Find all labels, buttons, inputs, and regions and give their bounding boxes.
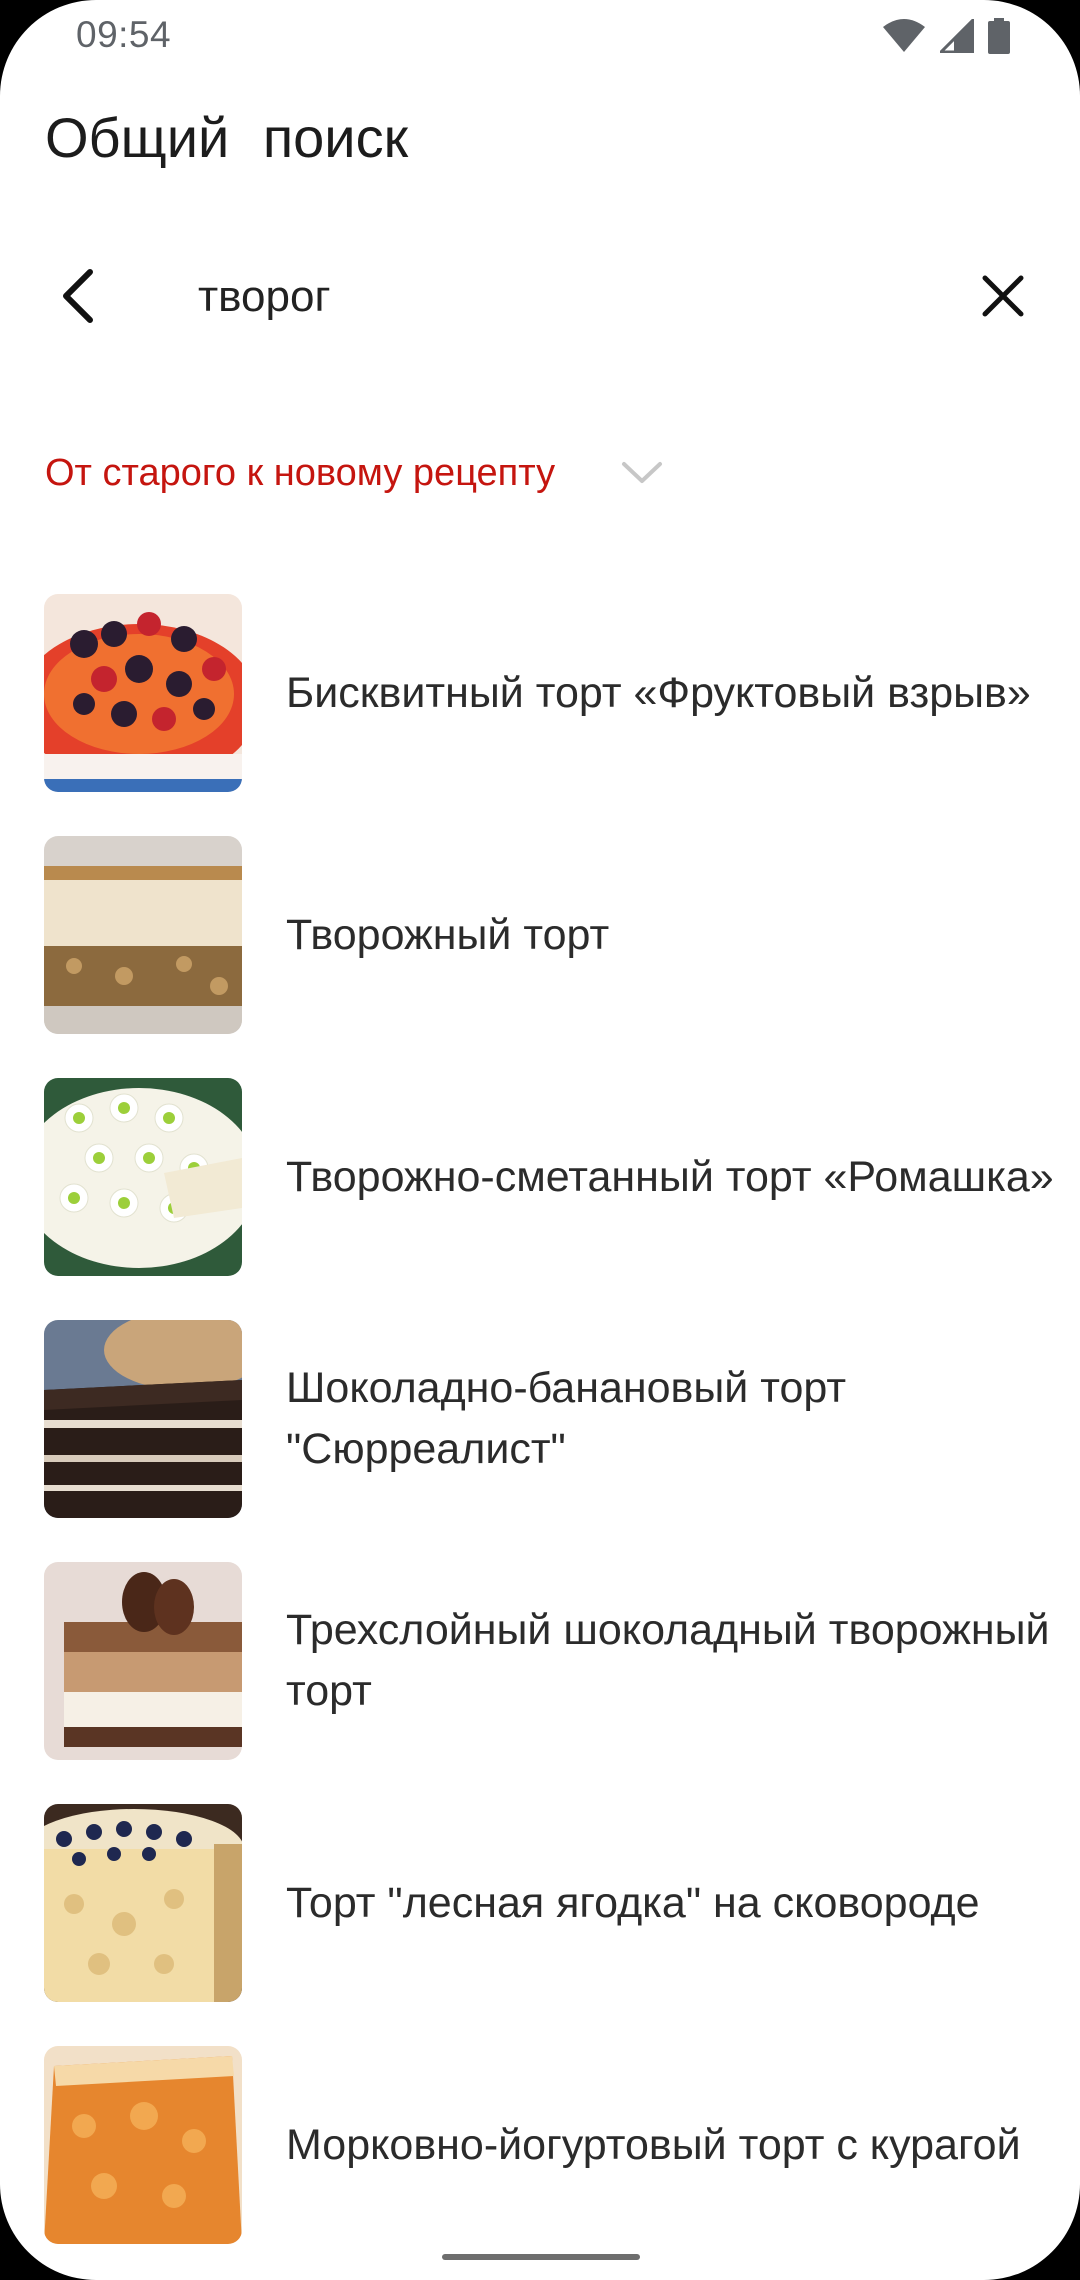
status-icons xyxy=(882,16,1010,56)
status-time: 09:54 xyxy=(76,14,172,55)
recipe-item[interactable]: Трехслойный шоколадный творожный торт xyxy=(0,1560,1080,1802)
recipe-title: Трехслойный шоколадный творожный торт xyxy=(286,1606,1050,1715)
recipe-list: Бисквитный торт «Фруктовый взрыв» Творож… xyxy=(0,592,1080,2280)
status-bar: 09:54 xyxy=(0,0,1080,70)
recipe-image-three-layer-cake xyxy=(44,1562,242,1760)
chevron-down-icon xyxy=(621,460,663,486)
home-indicator[interactable] xyxy=(442,2254,640,2260)
recipe-title: Творожный торт xyxy=(286,910,610,959)
recipe-image-berry-pan-cake xyxy=(44,1804,242,2002)
recipe-title: Творожно-сметанный торт «Ромашка» xyxy=(286,1152,1054,1201)
arrow-back-icon xyxy=(62,268,93,323)
recipe-item[interactable]: Морковно-йогуртовый торт с курагой xyxy=(0,2044,1080,2280)
close-icon xyxy=(982,275,1023,316)
recipe-item[interactable]: Творожный торт xyxy=(0,834,1080,1076)
recipe-title: Морковно-йогуртовый торт с курагой xyxy=(286,2120,1021,2169)
recipe-title: Торт "лесная ягодка" на сковороде xyxy=(286,1878,980,1927)
sort-dropdown[interactable]: От старого к новому рецепту xyxy=(45,438,663,508)
search-input[interactable] xyxy=(198,262,958,332)
battery-icon xyxy=(988,18,1010,54)
recipe-image-carrot-cake xyxy=(44,2046,242,2244)
recipe-title: Бисквитный торт «Фруктовый взрыв» xyxy=(286,668,1031,717)
sort-label: От старого к новому рецепту xyxy=(45,451,556,494)
back-button[interactable] xyxy=(40,258,115,333)
recipe-item[interactable]: Творожно-сметанный торт «Ромашка» xyxy=(0,1076,1080,1318)
recipe-title: Шоколадно-банановый торт "Сюрреалист" xyxy=(286,1364,847,1473)
recipe-item[interactable]: Торт "лесная ягодка" на сковороде xyxy=(0,1802,1080,2044)
clear-search-button[interactable] xyxy=(965,258,1040,333)
signal-icon xyxy=(940,19,974,53)
recipe-image-fruit-cake xyxy=(44,594,242,792)
wifi-icon xyxy=(882,19,926,53)
recipe-item[interactable]: Бисквитный торт «Фруктовый взрыв» xyxy=(0,592,1080,834)
screen: 09:54 Общий поиск От старого к новому ре… xyxy=(0,0,1080,2280)
recipe-image-curd-cake xyxy=(44,836,242,1034)
recipe-image-chamomile-cake xyxy=(44,1078,242,1276)
recipe-image-chocolate-banana-cake xyxy=(44,1320,242,1518)
page-title: Общий поиск xyxy=(45,106,409,169)
recipe-item[interactable]: Шоколадно-банановый торт "Сюрреалист" xyxy=(0,1318,1080,1560)
